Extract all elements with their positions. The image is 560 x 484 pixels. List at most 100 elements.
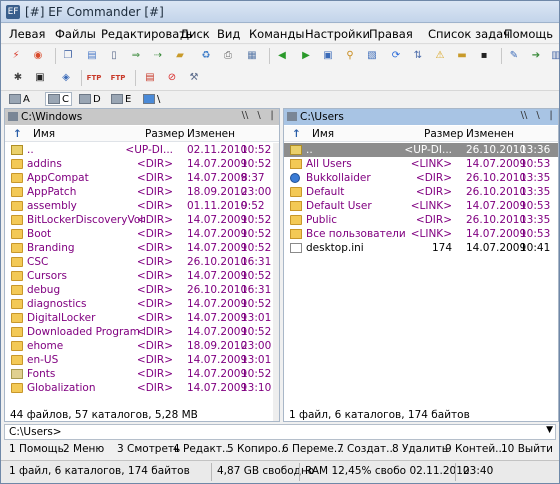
file-row[interactable]: Fonts <DIR> 14.07.2009 10:52	[5, 367, 279, 381]
copy-icon[interactable]: ❐	[59, 47, 77, 65]
col-date[interactable]: Изменен	[187, 128, 235, 140]
file-row[interactable]: CSC <DIR> 26.10.2010 16:31	[5, 255, 279, 269]
file-row[interactable]: Branding <DIR> 14.07.2009 10:52	[5, 241, 279, 255]
col-size[interactable]: Размер	[424, 128, 463, 140]
file-row[interactable]: Default User <LINK> 14.07.2009 10:53	[284, 199, 558, 213]
menu-right[interactable]: Правая	[369, 27, 413, 41]
f4-edit-button[interactable]: 4 Редакт...	[173, 443, 232, 455]
edit-icon[interactable]: ✎	[505, 47, 523, 65]
file-row[interactable]: debug <DIR> 26.10.2010 16:31	[5, 283, 279, 297]
copy-files-icon[interactable]: ⇒	[127, 47, 145, 65]
delete-icon[interactable]: ♻	[197, 47, 215, 65]
f6-move-button[interactable]: 6 Переме...	[282, 443, 344, 455]
f3-view-button[interactable]: 3 Смотреть	[117, 443, 180, 455]
search-icon[interactable]: ⚲	[341, 47, 359, 65]
file-row[interactable]: Default <DIR> 26.10.2010 13:35	[284, 185, 558, 199]
properties-icon[interactable]: ▦	[243, 47, 261, 65]
f9-container-button[interactable]: 9 Контей...	[445, 443, 505, 455]
tools-icon[interactable]: ⚒	[185, 69, 203, 87]
f1-help-button[interactable]: 1 Помощь	[9, 443, 64, 455]
book-icon[interactable]: ▤	[83, 47, 101, 65]
menu-edit[interactable]: Редактировать	[101, 27, 193, 41]
ftp-disconnect-icon[interactable]: FTP	[109, 69, 127, 87]
file-row[interactable]: en-US <DIR> 14.07.2009 13:01	[5, 353, 279, 367]
drive-network-button[interactable]: \	[143, 92, 160, 106]
col-date[interactable]: Изменен	[466, 128, 514, 140]
sync-icon[interactable]: ⟳	[387, 47, 405, 65]
menu-disk[interactable]: Диск	[180, 27, 210, 41]
chevron-down-icon[interactable]: ▼	[546, 425, 553, 435]
menu-help[interactable]: Помощь	[504, 27, 553, 41]
file-row[interactable]: .. <UP-DI... 02.11.2010 10:52	[5, 143, 279, 157]
menu-commands[interactable]: Команды	[249, 27, 304, 41]
file-row[interactable]: ehome <DIR> 18.09.2010 23:00	[5, 339, 279, 353]
menu-settings[interactable]: Настройки	[305, 27, 370, 41]
f2-menu-button[interactable]: 2 Меню	[63, 443, 104, 455]
menu-task-list[interactable]: Список задач	[428, 27, 510, 41]
col-size[interactable]: Размер	[145, 128, 184, 140]
file-row[interactable]: BitLockerDiscoveryVolu...<DIR> 14.07.2009…	[5, 213, 279, 227]
col-name[interactable]: Имя	[312, 128, 334, 140]
file-row[interactable]: Bukkollaider <DIR> 26.10.2010 13:35	[284, 171, 558, 185]
left-file-panel[interactable]: C:\Windows \\ \ | ↑ Имя Размер Изменен .…	[4, 108, 280, 422]
arrow-right-icon[interactable]: ➔	[527, 47, 545, 65]
file-row[interactable]: Cursors <DIR> 14.07.2009 10:52	[5, 269, 279, 283]
sort-icon[interactable]: ⇅	[409, 47, 427, 65]
drive-a-button[interactable]: A	[9, 92, 30, 106]
menu-view[interactable]: Вид	[217, 27, 240, 41]
path-menu-button[interactable]: |	[266, 110, 278, 124]
pack-icon[interactable]: ▤	[141, 69, 159, 87]
menu-left[interactable]: Левая	[9, 27, 45, 41]
file-row[interactable]: .. <UP-DI... 26.10.2010 13:36	[284, 143, 558, 157]
move-files-icon[interactable]: ⇢	[149, 47, 167, 65]
close-circle-icon[interactable]: ⊘	[163, 69, 181, 87]
path-menu-button[interactable]: |	[545, 110, 557, 124]
f10-exit-button[interactable]: 10 Выйти	[501, 443, 553, 455]
root-button[interactable]: \\	[518, 110, 530, 124]
print-icon[interactable]: ⎙	[219, 47, 237, 65]
cube-icon[interactable]: ◈	[57, 69, 75, 87]
menu-files[interactable]: Файлы	[55, 27, 96, 41]
file-row[interactable]: All Users <LINK> 14.07.2009 10:53	[284, 157, 558, 171]
left-scrollbar[interactable]	[273, 143, 279, 421]
file-row[interactable]: desktop.ini 174 14.07.2009 10:41	[284, 241, 558, 255]
parent-button[interactable]: \	[532, 110, 544, 124]
new-folder-icon[interactable]: ▰	[171, 47, 189, 65]
terminal-icon[interactable]: ▣	[31, 69, 49, 87]
lightning-icon[interactable]: ⚡	[7, 47, 25, 65]
parent-button[interactable]: \	[253, 110, 265, 124]
file-row[interactable]: Public <DIR> 26.10.2010 13:35	[284, 213, 558, 227]
right-file-panel[interactable]: C:\Users \\ \ | ↑ Имя Размер Изменен .. <…	[283, 108, 559, 422]
file-row[interactable]: AppPatch <DIR> 18.09.2010 23:00	[5, 185, 279, 199]
drive-c-button[interactable]: C	[45, 92, 72, 106]
view-icon[interactable]: ▥	[547, 47, 560, 65]
file-row[interactable]: AppCompat <DIR> 14.07.2009 8:37	[5, 171, 279, 185]
file-row[interactable]: assembly <DIR> 01.11.2010 9:52	[5, 199, 279, 213]
file-row[interactable]: Boot <DIR> 14.07.2009 10:52	[5, 227, 279, 241]
file-row[interactable]: addins <DIR> 14.07.2009 10:52	[5, 157, 279, 171]
find-icon[interactable]: ▧	[363, 47, 381, 65]
col-name[interactable]: Имя	[33, 128, 55, 140]
filter-icon[interactable]: ▣	[319, 47, 337, 65]
drive-e-button[interactable]: E	[111, 92, 131, 106]
folder-icon[interactable]: ▬	[453, 47, 471, 65]
file-row[interactable]: Все пользователи <LINK> 14.07.2009 10:53	[284, 227, 558, 241]
file-row[interactable]: DigitalLocker <DIR> 14.07.2009 13:01	[5, 311, 279, 325]
stop-icon[interactable]: ◉	[29, 47, 47, 65]
f8-delete-button[interactable]: 8 Удалить	[392, 443, 448, 455]
file-row[interactable]: Globalization <DIR> 14.07.2009 13:10	[5, 381, 279, 395]
network-icon[interactable]: ✱	[9, 69, 27, 87]
ftp-connect-icon[interactable]: FTP	[85, 69, 103, 87]
file-row[interactable]: Downloaded Program Files<DIR> 14.07.20091…	[5, 325, 279, 339]
command-line-input[interactable]: C:\Users> ▼	[4, 424, 556, 440]
left-path-bar[interactable]: C:\Windows \\ \ |	[5, 109, 279, 125]
back-icon[interactable]: ◀	[273, 47, 291, 65]
root-button[interactable]: \\	[239, 110, 251, 124]
right-path-bar[interactable]: C:\Users \\ \ |	[284, 109, 558, 125]
console-icon[interactable]: ▪	[475, 47, 493, 65]
warning-icon[interactable]: ⚠	[431, 47, 449, 65]
f7-create-button[interactable]: 7 Создат...	[337, 443, 396, 455]
file-row[interactable]: diagnostics <DIR> 14.07.2009 10:52	[5, 297, 279, 311]
f5-copy-button[interactable]: 5 Копиро...	[227, 443, 288, 455]
drive-d-button[interactable]: D	[79, 92, 101, 106]
